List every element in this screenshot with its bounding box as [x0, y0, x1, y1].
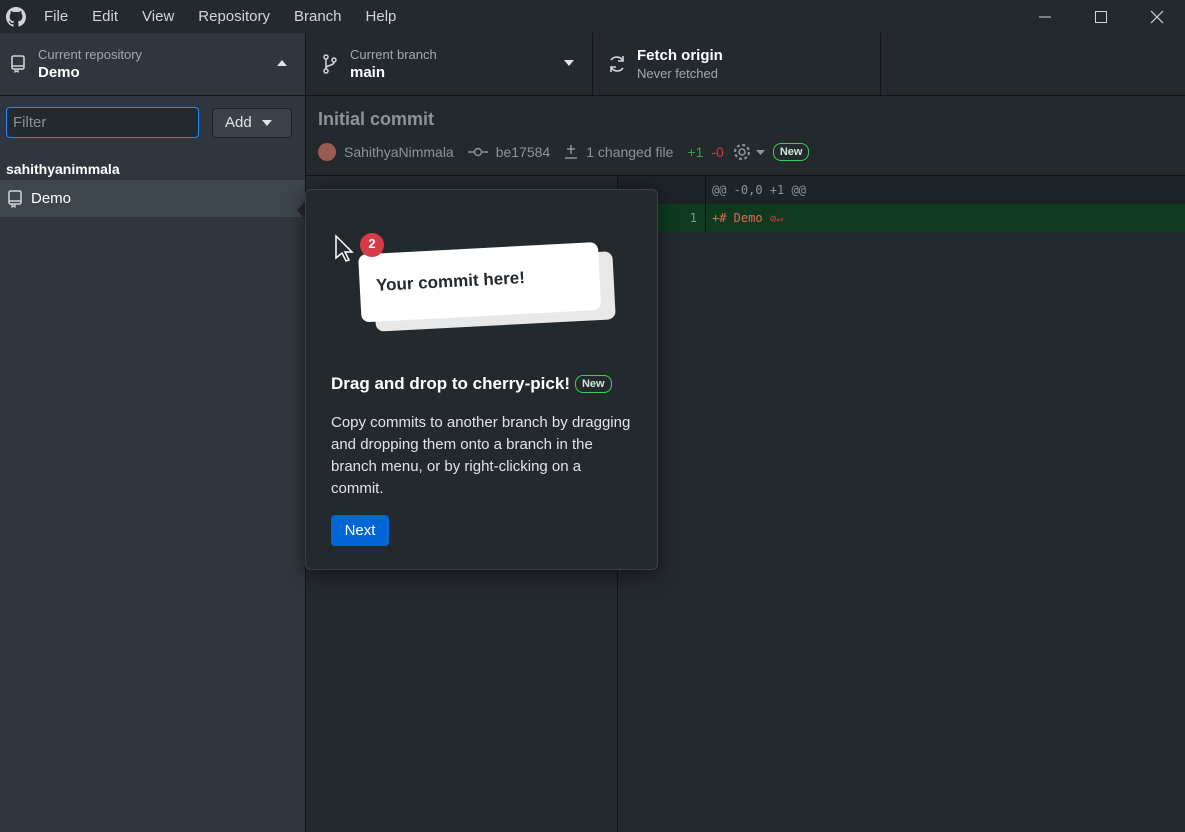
fetch-origin-label: Fetch origin	[637, 47, 723, 64]
close-icon	[1150, 10, 1164, 23]
fetch-status: Never fetched	[637, 66, 718, 81]
current-repository-value: Demo	[38, 64, 80, 81]
diff-hunk-header: @@ -0,0 +1 @@	[618, 176, 1185, 204]
deletions-count: -0	[711, 144, 724, 160]
avatar	[318, 143, 336, 161]
current-repository-button[interactable]: Current repository Demo	[0, 33, 306, 95]
gear-icon	[733, 143, 750, 161]
repo-icon	[2, 55, 34, 73]
diff-icon	[565, 145, 578, 159]
fetch-origin-button[interactable]: Fetch origin Never fetched	[593, 33, 881, 95]
maximize-icon	[1095, 10, 1107, 23]
commit-title: Initial commit	[318, 109, 435, 129]
window-controls	[1017, 0, 1185, 33]
repository-sidebar: Add sahithyanimmala Demo	[0, 96, 306, 832]
diff-line-added[interactable]: 1 +# Demo ⊘↵	[618, 204, 1185, 232]
maximize-button[interactable]	[1073, 0, 1129, 33]
no-newline-icon: ⊘↵	[769, 212, 784, 225]
popover-title: Drag and drop to cherry-pick!	[331, 374, 570, 393]
menu-help[interactable]: Help	[354, 0, 409, 33]
next-button[interactable]: Next	[331, 515, 389, 546]
minimize-button[interactable]	[1017, 0, 1073, 33]
toolbar: Current repository Demo Current branch m…	[0, 33, 1185, 96]
diff-settings-button[interactable]	[732, 142, 765, 162]
new-badge: New	[772, 143, 810, 161]
menu-repository[interactable]: Repository	[186, 0, 282, 33]
menu-bar: File Edit View Repository Branch Help	[32, 0, 408, 33]
popover-new-badge: New	[574, 375, 612, 393]
sync-icon	[601, 54, 633, 74]
commit-sha: be17584	[495, 144, 551, 160]
caret-down-icon	[261, 119, 272, 126]
current-repository-label: Current repository	[38, 47, 143, 62]
github-logo-icon	[0, 0, 32, 33]
title-bar: File Edit View Repository Branch Help	[0, 0, 1185, 33]
close-button[interactable]	[1129, 0, 1185, 33]
cherry-pick-tutorial-popover: 2 Your commit here! Drag and drop to che…	[305, 189, 658, 570]
add-button-label: Add	[225, 114, 252, 131]
repo-item-label: Demo	[31, 190, 72, 207]
caret-down-icon	[564, 60, 574, 66]
diff-line-text: +# Demo	[712, 211, 763, 225]
current-branch-value: main	[350, 64, 386, 81]
popover-description: Copy commits to another branch by draggi…	[331, 414, 631, 497]
commit-icon	[467, 147, 488, 157]
caret-up-icon	[277, 60, 287, 66]
branch-icon	[314, 54, 346, 74]
repo-item-demo[interactable]: Demo	[0, 180, 305, 217]
repo-group-header: sahithyanimmala	[6, 161, 120, 177]
changed-files-count: 1 changed file	[586, 144, 674, 160]
hunk-text: @@ -0,0 +1 @@	[712, 183, 806, 197]
caret-down-icon	[755, 149, 765, 155]
drag-illustration: 2 Your commit here!	[334, 228, 624, 348]
current-branch-button[interactable]: Current branch main	[306, 33, 593, 95]
repo-icon	[8, 189, 22, 208]
menu-branch[interactable]: Branch	[282, 0, 354, 33]
add-button[interactable]: Add	[212, 107, 292, 138]
additions-count: +1	[687, 144, 704, 160]
commit-author: SahithyaNimmala	[344, 144, 454, 160]
menu-file[interactable]: File	[32, 0, 80, 33]
current-branch-label: Current branch	[350, 47, 437, 62]
commit-count-badge: 2	[368, 236, 376, 251]
commit-summary: Initial commit SahithyaNimmala be17584 1…	[306, 96, 1185, 176]
menu-view[interactable]: View	[130, 0, 186, 33]
diff-view: @@ -0,0 +1 @@ 1 +# Demo ⊘↵	[618, 176, 1185, 832]
minimize-icon	[1039, 16, 1051, 17]
menu-edit[interactable]: Edit	[80, 0, 130, 33]
filter-input[interactable]	[6, 107, 199, 138]
cursor-icon	[335, 234, 354, 262]
